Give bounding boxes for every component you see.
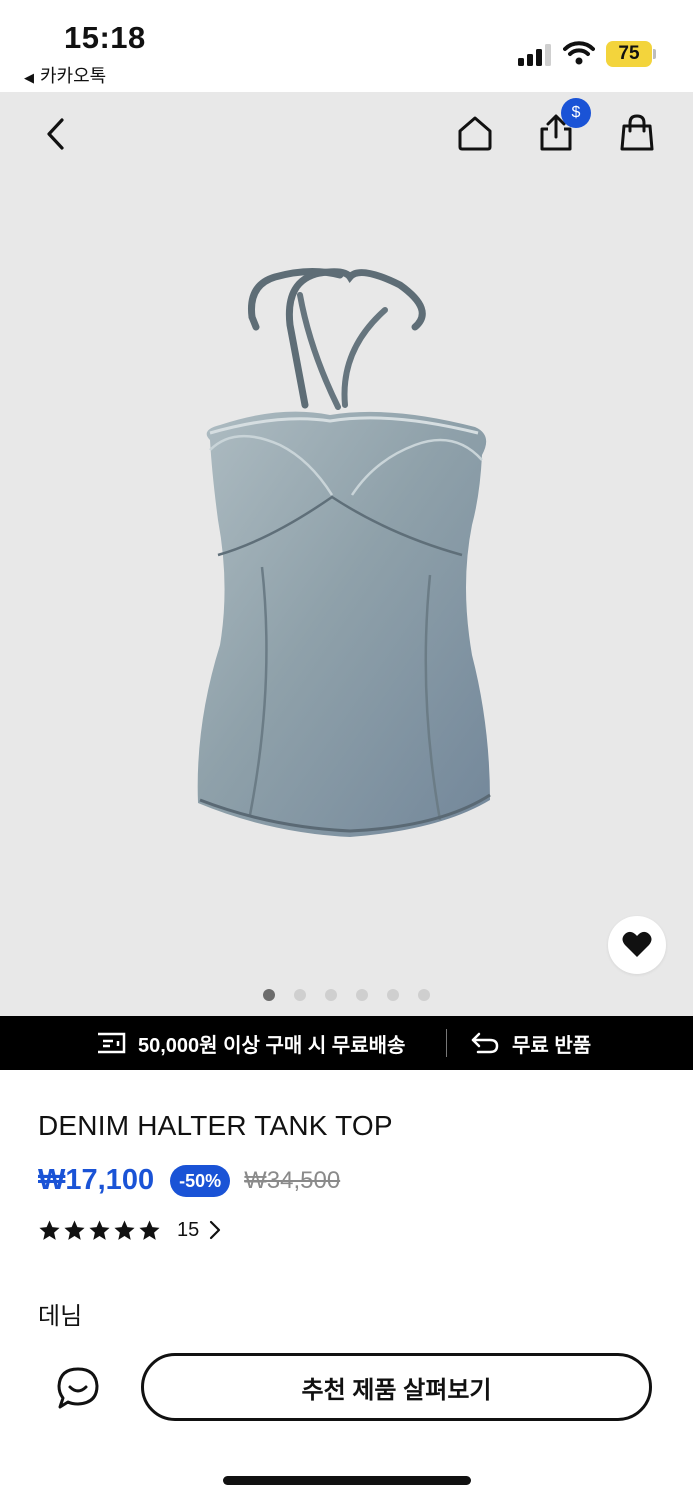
delivery-truck-icon	[98, 1032, 126, 1054]
promo-divider	[446, 1029, 447, 1057]
chevron-right-icon	[210, 1220, 221, 1240]
sale-price: ₩17,100	[38, 1164, 155, 1196]
return-arrow-icon	[471, 1032, 499, 1054]
wishlist-button[interactable]	[608, 916, 666, 974]
gallery-dot[interactable]	[356, 989, 368, 1001]
star-icon	[39, 1219, 60, 1240]
gallery-dot[interactable]	[263, 989, 275, 1001]
product-title: DENIM HALTER TANK TOP	[38, 1110, 393, 1141]
coin-badge: $	[561, 98, 591, 128]
chat-bubble-icon	[57, 1367, 99, 1409]
material-label: 데님	[38, 1303, 83, 1330]
status-time: 15:18	[64, 20, 146, 55]
price-row: ₩17,100 -50% ₩34,500	[38, 1164, 340, 1197]
back-triangle-icon: ◀	[24, 70, 34, 85]
free-shipping-text: 50,000원 이상 구매 시 무료배송	[138, 1034, 406, 1057]
original-price: ₩34,500	[244, 1166, 341, 1194]
back-button[interactable]	[34, 112, 78, 156]
star-icon	[89, 1219, 110, 1240]
rating-link[interactable]: 15	[38, 1216, 221, 1244]
wifi-icon	[563, 41, 595, 65]
discount-badge: -50%	[170, 1164, 231, 1197]
review-count: 15	[177, 1218, 200, 1241]
star-rating	[38, 1219, 161, 1242]
status-bar: 15:18 ◀ 카카오톡 75	[0, 0, 693, 92]
chat-button[interactable]	[52, 1362, 104, 1414]
signal-icon	[518, 44, 551, 66]
home-indicator	[223, 1476, 471, 1485]
gallery-dot[interactable]	[294, 989, 306, 1001]
recommended-products-button[interactable]: 추천 제품 살펴보기	[141, 1353, 652, 1421]
heart-icon	[622, 931, 652, 957]
back-chevron-icon	[47, 118, 64, 150]
back-app-label: 카카오톡	[40, 66, 107, 86]
gallery-dot[interactable]	[387, 989, 399, 1001]
star-icon	[114, 1219, 135, 1240]
back-to-app-link[interactable]: ◀ 카카오톡	[24, 62, 106, 88]
home-icon	[458, 116, 492, 151]
cta-label: 추천 제품 살펴보기	[301, 1376, 492, 1404]
free-return-text: 무료 반품	[512, 1034, 592, 1057]
star-icon	[139, 1219, 160, 1240]
gallery-dot[interactable]	[325, 989, 337, 1001]
star-icon	[64, 1219, 85, 1240]
battery-level: 75	[618, 43, 640, 64]
bag-icon	[620, 114, 654, 151]
home-button[interactable]	[452, 110, 498, 156]
product-photo	[197, 267, 491, 837]
battery-icon: 75	[606, 41, 656, 67]
gallery-pagination	[263, 989, 430, 1001]
promo-banner: 50,000원 이상 구매 시 무료배송 무료 반품	[0, 1016, 693, 1070]
cart-button[interactable]	[614, 110, 660, 156]
gallery-dot[interactable]	[418, 989, 430, 1001]
